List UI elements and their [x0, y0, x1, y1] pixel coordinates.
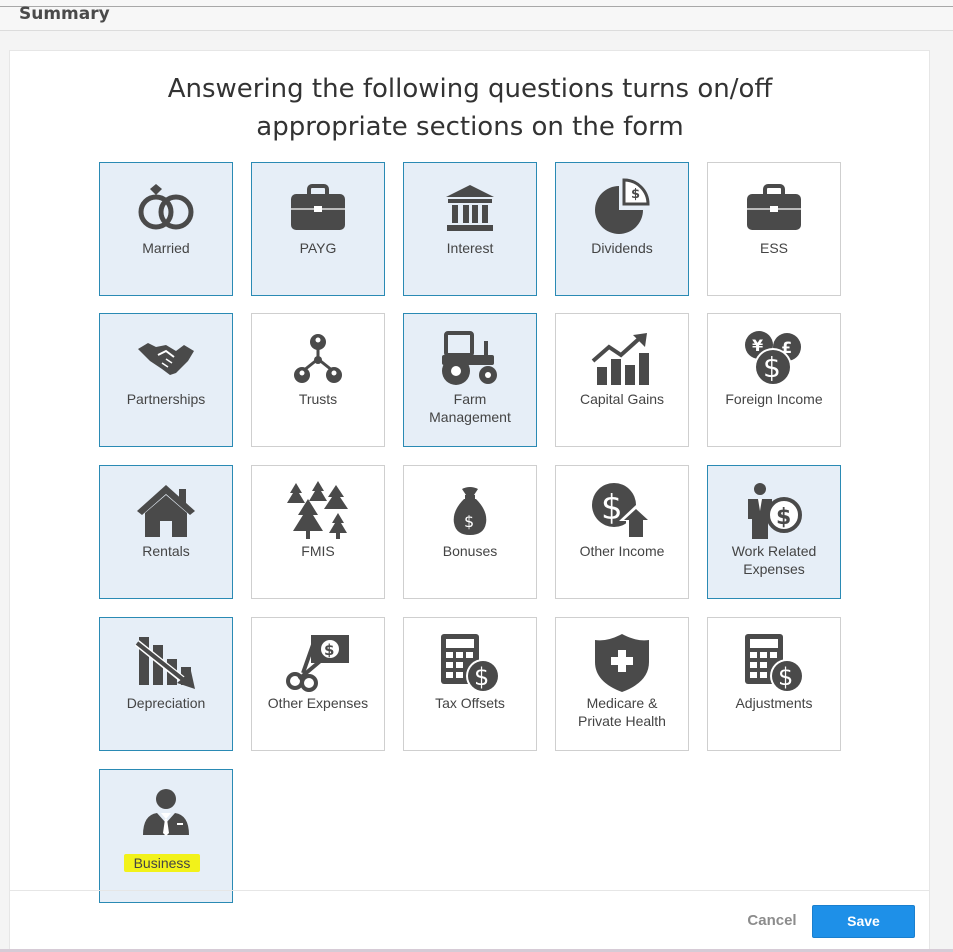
section-tile-married[interactable]: Married: [99, 162, 233, 296]
section-heading: Answering the following questions turns …: [0, 70, 940, 146]
section-tile-label: Capital Gains: [579, 391, 665, 407]
section-tile-label: Farm Management: [429, 391, 511, 425]
section-tile-fmis[interactable]: FMIS: [251, 465, 385, 599]
people-network-icon: [252, 326, 384, 392]
businessman-icon: [100, 782, 232, 848]
heading-line-2: appropriate sections on the form: [256, 112, 684, 142]
section-tile-farm-management[interactable]: Farm Management: [403, 313, 537, 447]
section-tile-label: Married: [142, 240, 190, 256]
section-tile-medicare-and-private-health[interactable]: Medicare & Private Health: [555, 617, 689, 751]
section-tile-other-income[interactable]: $ Other Income: [555, 465, 689, 599]
section-tile-partnerships[interactable]: Partnerships: [99, 313, 233, 447]
svg-text:$: $: [324, 641, 334, 659]
calculator-dollar-icon: $: [404, 630, 536, 696]
handshake-icon: [100, 326, 232, 392]
briefcase-icon: [708, 175, 840, 241]
heading-line-1: Answering the following questions turns …: [167, 74, 773, 104]
section-tile-label: Rentals: [142, 543, 190, 559]
section-tile-depreciation[interactable]: Depreciation: [99, 617, 233, 751]
section-tile-tax-offsets[interactable]: $ Tax Offsets: [403, 617, 537, 751]
section-tile-label: PAYG: [299, 240, 337, 256]
svg-text:$: $: [763, 351, 781, 384]
section-tile-work-related-expenses[interactable]: $ Work Related Expenses: [707, 465, 841, 599]
section-tile-label: Other Income: [579, 543, 665, 559]
section-tile-label: Bonuses: [442, 543, 498, 559]
svg-text:$: $: [474, 663, 489, 691]
section-tile-capital-gains[interactable]: Capital Gains: [555, 313, 689, 447]
money-bag-icon: $: [404, 478, 536, 544]
section-tile-label: FMIS: [301, 543, 335, 559]
section-tile-foreign-income[interactable]: ¥ £ $ Foreign Income: [707, 313, 841, 447]
section-tile-label: Dividends: [591, 240, 653, 256]
scissors-dollar-icon: $: [252, 630, 384, 696]
dollar-up-icon: $: [556, 478, 688, 544]
house-icon: [100, 478, 232, 544]
section-tile-bonuses[interactable]: $ Bonuses: [403, 465, 537, 599]
bank-icon: [404, 175, 536, 241]
section-tile-rentals[interactable]: Rentals: [99, 465, 233, 599]
section-tile-label: Trusts: [298, 391, 338, 407]
section-tile-label: Foreign Income: [725, 391, 823, 407]
svg-text:$: $: [464, 512, 474, 531]
section-tile-label: Adjustments: [735, 695, 813, 711]
save-button[interactable]: Save: [812, 905, 915, 938]
svg-text:$: $: [631, 187, 640, 202]
header-band: [0, 0, 953, 31]
trees-icon: [252, 478, 384, 544]
footer-divider: [9, 890, 930, 891]
bar-chart-up-icon: [556, 326, 688, 392]
pie-chart-dollar-icon: $: [556, 175, 688, 241]
section-tile-label: ESS: [759, 240, 788, 256]
section-tile-interest[interactable]: Interest: [403, 162, 537, 296]
section-tile-label: Partnerships: [126, 391, 206, 407]
section-tile-label: Work Related Expenses: [731, 543, 817, 577]
section-tile-business[interactable]: Business: [99, 769, 233, 903]
section-tile-trusts[interactable]: Trusts: [251, 313, 385, 447]
section-tile-label: Medicare & Private Health: [578, 695, 666, 729]
cancel-button[interactable]: Cancel: [742, 908, 802, 934]
briefcase-icon: [252, 175, 384, 241]
shield-plus-icon: [556, 630, 688, 696]
top-divider: [0, 6, 953, 7]
section-tile-dividends[interactable]: $ Dividends: [555, 162, 689, 296]
section-tile-label: Tax Offsets: [435, 695, 505, 711]
rings-icon: [100, 175, 232, 241]
svg-text:$: $: [778, 663, 793, 691]
section-tile-label: Business: [124, 854, 200, 872]
section-tile-label: Other Expenses: [267, 695, 369, 711]
bar-chart-down-icon: [100, 630, 232, 696]
person-dollar-icon: $: [708, 478, 840, 544]
section-tile-label: Interest: [446, 240, 494, 256]
section-tile-other-expenses[interactable]: $ Other Expenses: [251, 617, 385, 751]
svg-text:$: $: [601, 488, 623, 528]
section-tile-label: Depreciation: [126, 695, 206, 711]
section-tile-payg[interactable]: PAYG: [251, 162, 385, 296]
section-tile-adjustments[interactable]: $ Adjustments: [707, 617, 841, 751]
calculator-dollar-icon: $: [708, 630, 840, 696]
section-tile-ess[interactable]: ESS: [707, 162, 841, 296]
svg-text:$: $: [776, 505, 791, 530]
tractor-icon: [404, 326, 536, 392]
page-title: Summary: [19, 4, 110, 24]
currency-coins-icon: ¥ £ $: [708, 326, 840, 392]
